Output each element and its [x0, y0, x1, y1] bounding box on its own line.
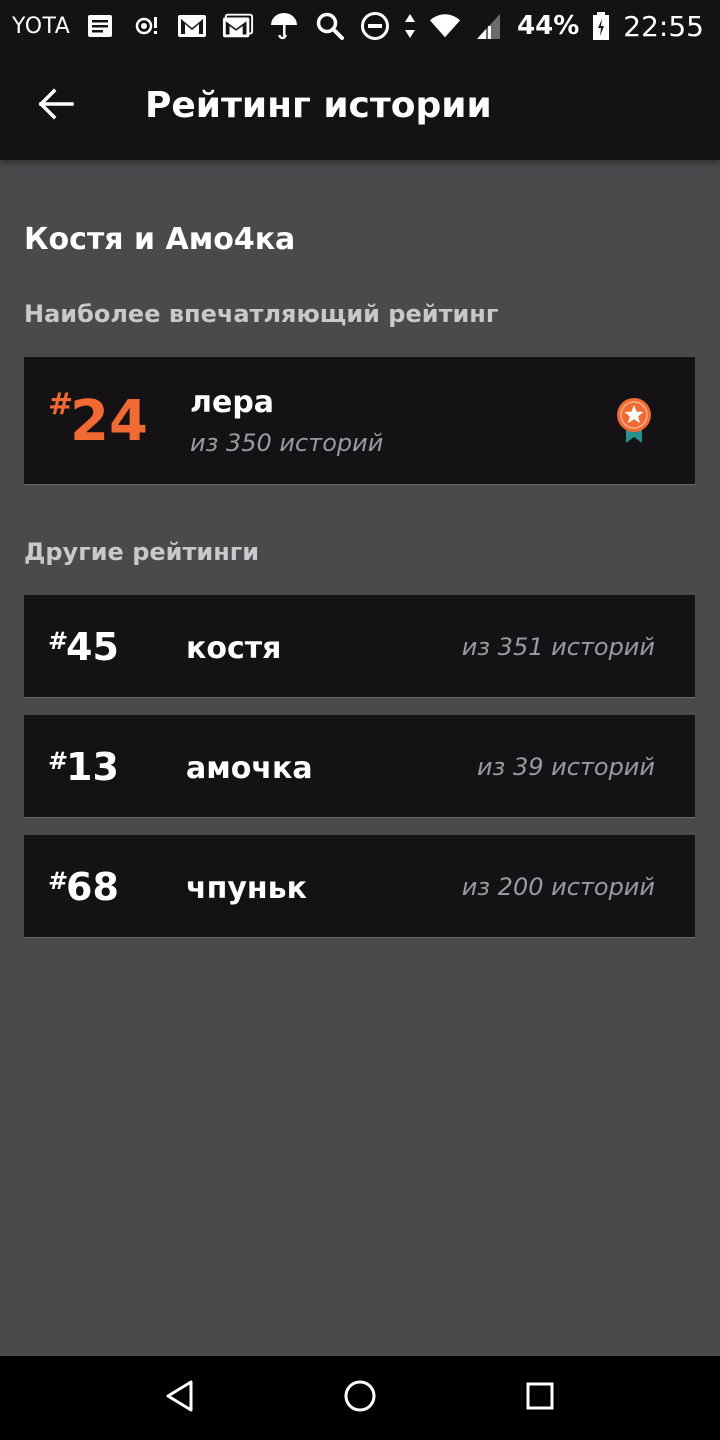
clock: 22:55 [623, 9, 704, 43]
gmail-icon [176, 10, 208, 42]
back-button[interactable] [24, 74, 88, 138]
umbrella-icon [268, 10, 300, 42]
battery-percent: 44% [517, 11, 580, 41]
status-bar: YOTA 44% 22:55 [0, 0, 720, 52]
carrier-label: YOTA [12, 13, 71, 39]
page-title: Рейтинг истории [145, 85, 492, 126]
rating-name: костя [186, 631, 282, 666]
status-right: 44% 22:55 [359, 0, 704, 52]
rating-count: из 200 историй [461, 873, 655, 901]
wifi-icon [429, 10, 461, 42]
rating-row[interactable]: # 68 чпуньк из 200 историй [24, 835, 695, 938]
nav-home-button[interactable] [336, 1374, 384, 1422]
hotspot-icon [130, 10, 162, 42]
rating-count: из 350 историй [190, 429, 384, 457]
screen: YOTA 44% 22:55 Рейтинг истории Костя и А… [0, 0, 720, 1440]
status-left: YOTA [12, 0, 346, 52]
best-rating-card[interactable]: # 24 лера из 350 историй [24, 357, 695, 485]
system-nav-bar [0, 1356, 720, 1440]
rank-number: 24 [70, 389, 148, 454]
message-icon [84, 10, 116, 42]
other-ratings-label: Другие рейтинги [24, 538, 260, 566]
best-rating-label: Наиболее впечатляющий рейтинг [24, 300, 499, 328]
rating-name: лера [190, 385, 275, 420]
signal-icon [473, 10, 505, 42]
back-triangle-icon [165, 1379, 195, 1417]
arrow-left-icon [38, 88, 74, 124]
rank-number: 13 [66, 745, 119, 789]
rating-count: из 351 историй [461, 633, 655, 661]
rank-number: 68 [66, 865, 119, 909]
gmail-icon [222, 10, 254, 42]
rating-name: амочка [186, 751, 313, 786]
battery-icon [591, 10, 611, 42]
rating-name: чпуньк [186, 871, 307, 906]
rating-count: из 39 историй [476, 753, 655, 781]
story-name: Костя и Амо4ка [24, 222, 296, 257]
medal-icon [614, 395, 658, 445]
rating-row[interactable]: # 13 амочка из 39 историй [24, 715, 695, 818]
rating-row[interactable]: # 45 костя из 351 историй [24, 595, 695, 698]
rank-number: 45 [66, 625, 119, 669]
dnd-icon [359, 10, 391, 42]
data-arrows-icon [403, 10, 417, 42]
nav-back-button[interactable] [156, 1374, 204, 1422]
recents-square-icon [525, 1381, 555, 1415]
home-circle-icon [343, 1379, 377, 1417]
app-bar: Рейтинг истории [0, 52, 720, 160]
search-icon [314, 10, 346, 42]
nav-recents-button[interactable] [516, 1374, 564, 1422]
